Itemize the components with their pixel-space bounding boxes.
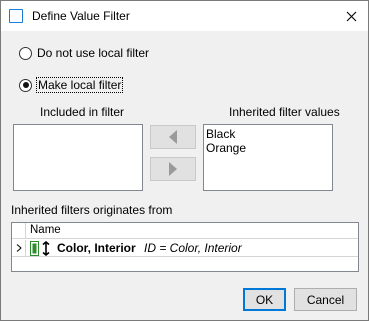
add-to-filter-button[interactable]	[150, 125, 196, 149]
radio-button-selected[interactable]	[19, 78, 32, 92]
chevron-right-icon	[16, 244, 22, 252]
radio-make-local-filter[interactable]: Make local filter	[19, 77, 124, 93]
row-name: Color, Interior	[57, 241, 136, 255]
included-list[interactable]	[13, 124, 143, 191]
radio-no-local-filter-label: Do not use local filter	[37, 46, 150, 60]
grid-header: Name	[12, 223, 358, 239]
radio-button[interactable]	[19, 46, 32, 60]
remove-from-filter-button[interactable]	[150, 157, 196, 181]
radio-make-local-filter-label: Make local filter	[35, 77, 124, 93]
arrow-left-icon	[169, 130, 177, 144]
radio-no-local-filter[interactable]: Do not use local filter	[19, 46, 149, 60]
define-value-filter-dialog: Define Value Filter Do not use local fil…	[0, 0, 369, 321]
expand-toggle[interactable]	[12, 240, 26, 256]
ok-button[interactable]: OK	[243, 288, 286, 311]
row-id: ID = Color, Interior	[144, 241, 242, 255]
header-gutter	[12, 223, 26, 238]
title-bar: Define Value Filter	[1, 1, 368, 31]
origins-grid: Name Color, Interior ID = Color, Interio…	[11, 222, 359, 272]
inherited-list[interactable]: Black Orange	[203, 124, 333, 191]
table-row[interactable]: Color, Interior ID = Color, Interior	[12, 240, 358, 257]
attribute-icon	[30, 241, 50, 256]
inherited-label: Inherited filter values	[229, 105, 340, 119]
list-item[interactable]: Orange	[204, 141, 332, 155]
close-icon	[346, 11, 356, 21]
window-icon	[9, 9, 23, 23]
cancel-button[interactable]: Cancel	[294, 288, 357, 311]
dialog-title: Define Value Filter	[32, 9, 130, 23]
close-button[interactable]	[334, 1, 368, 31]
list-item[interactable]: Black	[204, 127, 332, 141]
arrow-right-icon	[169, 162, 177, 176]
included-label: Included in filter	[40, 105, 125, 119]
column-header-name[interactable]: Name	[30, 224, 61, 236]
origins-label: Inherited filters originates from	[11, 203, 173, 217]
